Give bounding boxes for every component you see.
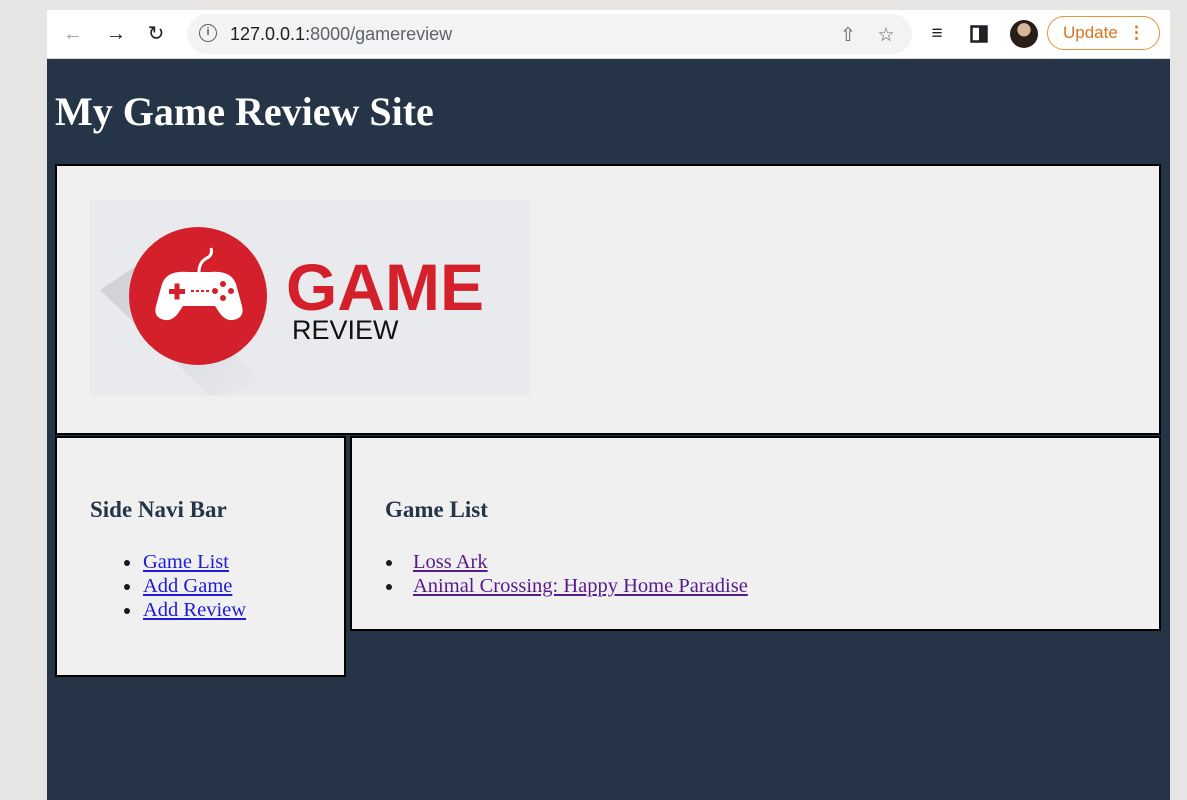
address-bar[interactable]: i 127.0.0.1:8000/gamereview ⇧ ☆ bbox=[187, 14, 912, 54]
game-list: Loss Ark Animal Crossing: Happy Home Par… bbox=[386, 550, 748, 598]
url-text[interactable]: 127.0.0.1:8000/gamereview bbox=[230, 24, 452, 44]
share-icon[interactable]: ⇧ bbox=[837, 25, 859, 47]
side-nav-item: Add Game bbox=[124, 574, 246, 598]
side-panel-icon[interactable] bbox=[967, 22, 991, 46]
nav-link-add-game[interactable]: Add Game bbox=[143, 575, 232, 597]
reload-icon[interactable]: ↻ bbox=[144, 22, 168, 46]
side-nav-list: Game List Add Game Add Review bbox=[124, 550, 246, 622]
profile-avatar[interactable] bbox=[1010, 20, 1038, 48]
info-icon[interactable]: i bbox=[199, 24, 217, 42]
back-arrow-icon[interactable]: ← bbox=[61, 22, 85, 46]
game-review-logo: GAME REVIEW bbox=[90, 200, 530, 396]
forward-arrow-icon[interactable]: → bbox=[104, 22, 128, 46]
reading-list-icon[interactable]: ≡ bbox=[925, 22, 949, 46]
game-list-item: Loss Ark bbox=[386, 550, 748, 574]
logo-title: GAME bbox=[286, 250, 484, 324]
update-button[interactable]: Update ⋮ bbox=[1047, 16, 1160, 50]
page-content: My Game Review Site GAME REVIEW Side Nav… bbox=[47, 59, 1170, 800]
side-nav-item: Game List bbox=[124, 550, 246, 574]
star-icon[interactable]: ☆ bbox=[875, 25, 897, 47]
game-link-animal-crossing[interactable]: Animal Crossing: Happy Home Paradise bbox=[413, 575, 748, 597]
game-list-heading: Game List bbox=[385, 497, 488, 522]
kebab-menu-icon[interactable]: ⋮ bbox=[1128, 17, 1145, 48]
side-nav: Side Navi Bar Game List Add Game Add Rev… bbox=[55, 436, 346, 677]
nav-link-game-list[interactable]: Game List bbox=[143, 551, 229, 573]
side-nav-heading: Side Navi Bar bbox=[90, 497, 227, 522]
header-banner: GAME REVIEW bbox=[55, 164, 1161, 435]
page-title: My Game Review Site bbox=[55, 89, 434, 134]
game-list-panel: Game List Loss Ark Animal Crossing: Happ… bbox=[350, 436, 1161, 631]
side-nav-item: Add Review bbox=[124, 598, 246, 622]
nav-link-add-review[interactable]: Add Review bbox=[143, 599, 246, 621]
game-link-loss-ark[interactable]: Loss Ark bbox=[413, 551, 488, 573]
logo-subtitle: REVIEW bbox=[292, 315, 399, 345]
game-list-item: Animal Crossing: Happy Home Paradise bbox=[386, 574, 748, 598]
browser-toolbar: ← → ↻ i 127.0.0.1:8000/gamereview ⇧ ☆ ≡ … bbox=[47, 10, 1170, 59]
